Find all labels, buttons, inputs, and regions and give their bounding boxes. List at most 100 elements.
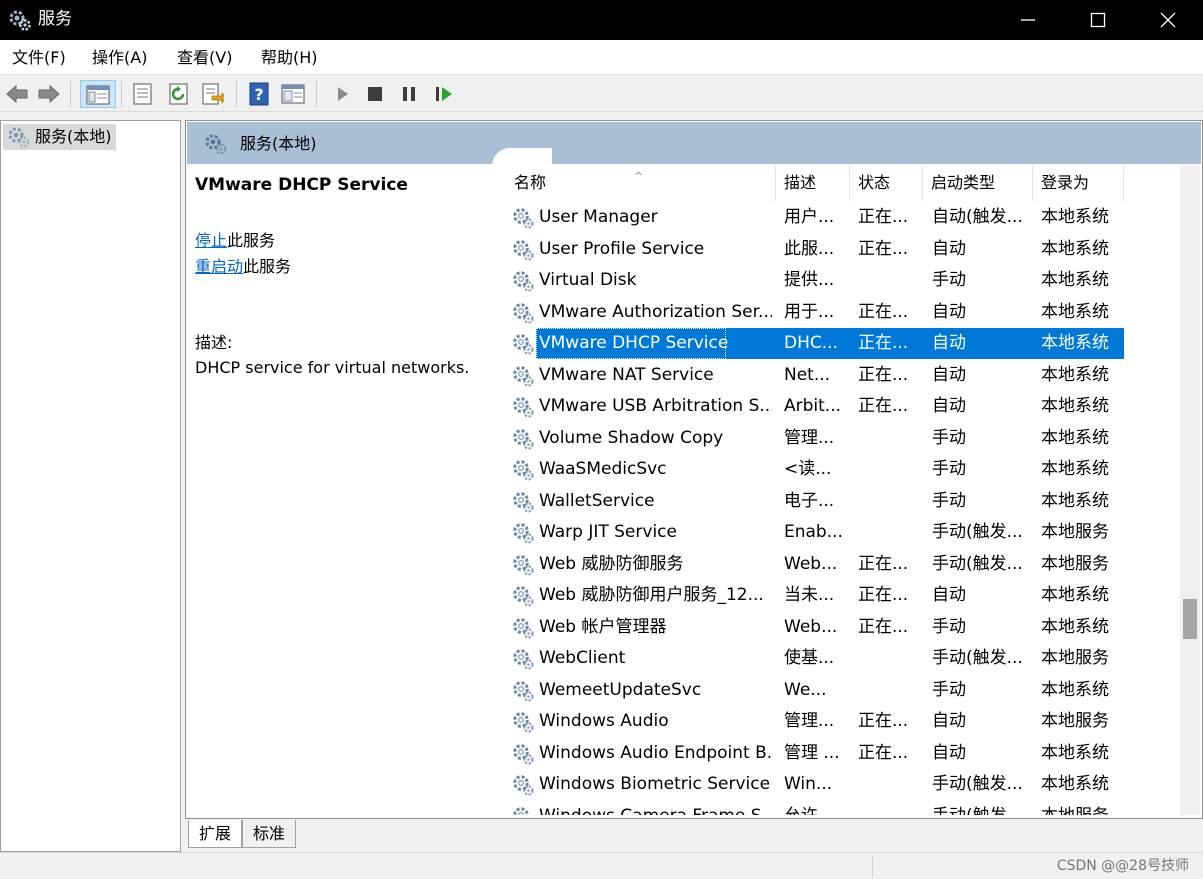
- view-icon: [281, 84, 305, 104]
- service-row[interactable]: User Profile Service 此服... 正在... 自动 本地系统: [506, 234, 1124, 265]
- service-status: 正在...: [858, 553, 909, 574]
- service-row[interactable]: WalletService 电子... 手动 本地系统: [506, 486, 1124, 517]
- service-name: Windows Camera Frame S...: [539, 801, 772, 816]
- help-button[interactable]: ?: [245, 80, 273, 108]
- window-title: 服务: [38, 9, 72, 29]
- restart-service-action: 重启动此服务: [195, 255, 291, 279]
- service-row[interactable]: Windows Camera Frame S... 允许... 手动(触发... 本地…: [506, 801, 1124, 816]
- column-header-status[interactable]: 状态: [850, 165, 923, 201]
- toolbar-separator: [316, 81, 317, 107]
- tree-item-services-local[interactable]: 服务(本地): [3, 124, 116, 150]
- service-row[interactable]: Volume Shadow Copy 管理... 手动 本地系统: [506, 423, 1124, 454]
- description-text: DHCP service for virtual networks.: [195, 358, 470, 377]
- service-gear-icon: [513, 743, 534, 765]
- service-description: 用户...: [784, 207, 835, 227]
- minimize-icon: [1021, 19, 1035, 21]
- service-name: Windows Audio Endpoint B...: [539, 742, 772, 763]
- tab-standard[interactable]: 标准: [242, 820, 297, 848]
- service-row[interactable]: Web 威胁防御用户服务_12... 当未... 正在... 自动 本地系统: [506, 580, 1124, 611]
- service-row[interactable]: VMware DHCP Service DHC... 正在... 自动 本地系统: [506, 328, 1124, 359]
- export-list-button[interactable]: [198, 80, 226, 108]
- service-gear-icon: [513, 302, 534, 324]
- pause-service-button[interactable]: [395, 80, 423, 108]
- description-label: 描述:: [195, 333, 233, 352]
- service-gear-icon: [513, 334, 534, 355]
- view-button[interactable]: [279, 80, 307, 108]
- service-log-on-as: 本地系统: [1041, 679, 1109, 700]
- back-button[interactable]: [3, 80, 31, 108]
- service-name: VMware Authorization Ser...: [539, 301, 772, 322]
- back-arrow-icon: [6, 84, 28, 104]
- menu-help[interactable]: 帮助(H): [261, 47, 318, 69]
- refresh-button[interactable]: [165, 80, 193, 108]
- column-header-startup-type[interactable]: 启动类型: [923, 165, 1033, 201]
- column-header-log-on-as[interactable]: 登录为: [1033, 165, 1124, 201]
- column-header-name[interactable]: ^ 名称: [506, 165, 776, 201]
- menu-file[interactable]: 文件(F): [12, 47, 66, 69]
- restart-service-button[interactable]: [430, 80, 458, 108]
- service-description: 使基...: [784, 648, 835, 668]
- service-startup-type: 自动: [932, 711, 966, 731]
- restart-icon: [436, 87, 452, 101]
- service-row[interactable]: Web 威胁防御服务 Web... 正在... 手动(触发... 本地服务: [506, 549, 1124, 580]
- toolbar: ?: [0, 76, 1203, 112]
- service-row[interactable]: WebClient 使基... 手动(触发... 本地服务: [506, 643, 1124, 674]
- service-row[interactable]: Warp JIT Service Enab... 手动(触发... 本地服务: [506, 517, 1124, 548]
- service-row[interactable]: Web 帐户管理器 Web... 正在... 手动 本地系统: [506, 612, 1124, 643]
- service-gear-icon: [513, 365, 534, 387]
- column-header-description[interactable]: 描述: [776, 165, 850, 201]
- service-status: 正在...: [858, 301, 909, 322]
- service-name: WebClient: [539, 648, 626, 668]
- service-description: 用于...: [784, 301, 835, 322]
- menu-action[interactable]: 操作(A): [92, 47, 147, 69]
- scrollbar-thumb[interactable]: [1183, 599, 1197, 639]
- service-startup-type: 手动: [932, 270, 966, 290]
- service-row[interactable]: VMware Authorization Ser... 用于... 正在... 自动 本…: [506, 297, 1124, 328]
- service-startup-type: 手动(触发...: [932, 801, 1028, 816]
- service-startup-type: 手动(触发...: [932, 648, 1023, 668]
- service-log-on-as: 本地服务: [1041, 522, 1109, 542]
- service-row[interactable]: VMware USB Arbitration S... Arbit... 正在...…: [506, 391, 1124, 422]
- close-button[interactable]: [1133, 0, 1203, 40]
- service-row[interactable]: Windows Audio Endpoint B... 管理 ... 正在... 自动…: [506, 738, 1124, 769]
- maximize-icon: [1090, 12, 1106, 28]
- refresh-icon: [169, 83, 188, 105]
- start-service-button[interactable]: [328, 80, 356, 108]
- service-row[interactable]: Windows Audio 管理... 正在... 自动 本地服务: [506, 706, 1124, 737]
- service-status: 正在...: [858, 238, 909, 259]
- stop-service-link[interactable]: 停止: [195, 231, 227, 250]
- service-name: VMware NAT Service: [539, 364, 714, 385]
- status-bar: CSDN @@28号技师: [0, 852, 1203, 879]
- vertical-scrollbar[interactable]: [1180, 165, 1200, 815]
- toolbar-separator: [70, 81, 71, 107]
- properties-button[interactable]: [129, 80, 157, 108]
- minimize-button[interactable]: [993, 0, 1063, 40]
- service-startup-type: 手动(触发...: [932, 774, 1023, 794]
- service-row[interactable]: User Manager 用户... 正在... 自动(触发... 本地系统: [506, 202, 1124, 233]
- service-row[interactable]: WemeetUpdateSvc We... 手动 本地系统: [506, 675, 1124, 706]
- service-row[interactable]: Windows Biometric Service Win... 手动(触发... 本…: [506, 769, 1124, 800]
- forward-button[interactable]: [35, 80, 63, 108]
- service-row[interactable]: Virtual Disk 提供... 手动 本地系统: [506, 265, 1124, 296]
- menu-view[interactable]: 查看(V): [177, 47, 232, 69]
- service-description: Win...: [784, 774, 833, 794]
- service-description: We...: [784, 679, 827, 700]
- toolbar-separator: [236, 81, 237, 107]
- stop-service-button[interactable]: [361, 80, 389, 108]
- service-gear-icon: [513, 680, 534, 702]
- service-gear-icon: [513, 460, 534, 481]
- service-name: WaaSMedicSvc: [539, 459, 667, 479]
- tab-extended[interactable]: 扩展: [188, 820, 243, 848]
- service-startup-type: 自动: [932, 301, 966, 322]
- restart-service-link[interactable]: 重启动: [195, 257, 243, 276]
- service-gear-icon: [513, 617, 534, 639]
- export-list-icon: [202, 83, 224, 105]
- service-log-on-as: 本地系统: [1041, 774, 1109, 794]
- show-console-tree-button[interactable]: [80, 80, 116, 108]
- service-name: Warp JIT Service: [539, 522, 677, 542]
- title-bar[interactable]: 服务: [0, 0, 1203, 40]
- service-row[interactable]: VMware NAT Service Net... 正在... 自动 本地系统: [506, 360, 1124, 391]
- maximize-button[interactable]: [1063, 0, 1133, 40]
- service-name: User Profile Service: [539, 238, 705, 259]
- service-row[interactable]: WaaSMedicSvc <读... 手动 本地系统: [506, 454, 1124, 485]
